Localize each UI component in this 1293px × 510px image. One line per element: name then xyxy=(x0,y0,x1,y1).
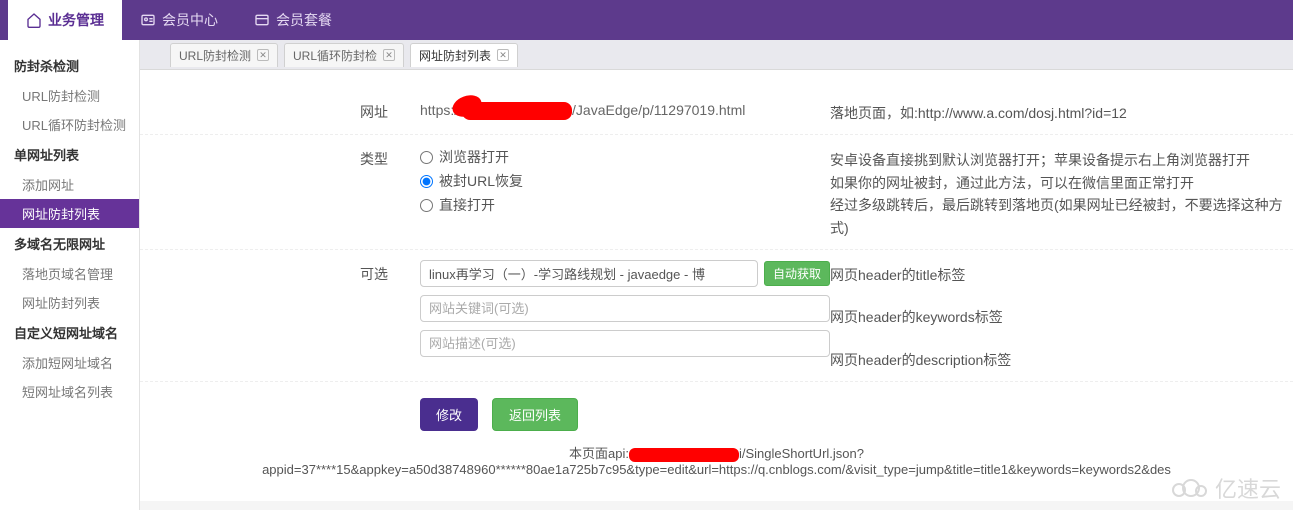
sidebar-group: 防封杀检测 xyxy=(0,50,139,81)
sidebar-group: 多域名无限网址 xyxy=(0,228,139,259)
topnav-label: 会员中心 xyxy=(162,10,218,30)
api-info: 本页面api: i/SingleShortUrl.json? appid=37**… xyxy=(140,431,1293,477)
url-suffix: /JavaEdge/p/11297019.html xyxy=(572,102,745,118)
keywords-input[interactable] xyxy=(420,295,830,322)
redacted-mark xyxy=(462,102,572,120)
row-type: 类型 浏览器打开 被封URL恢复 直接打开 xyxy=(140,135,1293,250)
topnav-business[interactable]: 业务管理 xyxy=(8,0,122,40)
topnav-member-package[interactable]: 会员套餐 xyxy=(236,0,350,40)
api-suffix: i/SingleShortUrl.json? xyxy=(739,446,864,461)
radio-direct-open[interactable]: 直接打开 xyxy=(420,193,830,217)
sidebar-item-url-block-list[interactable]: 网址防封列表 xyxy=(0,199,139,228)
desc-line: 如果你的网址被封，通过此方法，可以在微信里面正常打开 xyxy=(830,172,1293,194)
sidebar: 防封杀检测 URL防封检测 URL循环防封检测 单网址列表 添加网址 网址防封列… xyxy=(0,40,140,510)
row-url: 网址 https:///JavaEdge/p/11297019.html 落地页… xyxy=(140,88,1293,135)
main-area: URL防封检测 ✕ URL循环防封检 ✕ 网址防封列表 ✕ 网址 https:/… xyxy=(140,40,1293,510)
radio-input[interactable] xyxy=(420,151,433,164)
row-optional: 可选 自动获取 网页header的title标签 网页header的ke xyxy=(140,250,1293,382)
desc-line: 网页header的description标签 xyxy=(830,349,1293,371)
radio-label: 被封URL恢复 xyxy=(439,171,523,191)
tab-url-detect[interactable]: URL防封检测 ✕ xyxy=(170,43,278,67)
tab-label: URL循环防封检 xyxy=(293,47,377,64)
desc-optional: 网页header的title标签 网页header的keywords标签 网页h… xyxy=(830,260,1293,371)
topnav-member-center[interactable]: 会员中心 xyxy=(122,0,236,40)
label-url: 网址 xyxy=(140,98,420,122)
auto-fetch-button[interactable]: 自动获取 xyxy=(764,261,830,286)
radio-input[interactable] xyxy=(420,199,433,212)
desc-line: 网页header的keywords标签 xyxy=(830,306,1293,348)
watermark-text: 亿速云 xyxy=(1215,472,1281,504)
sidebar-item-url-detect[interactable]: URL防封检测 xyxy=(0,81,139,110)
tab-url-loop-detect[interactable]: URL循环防封检 ✕ xyxy=(284,43,404,67)
optional-inputs: 自动获取 xyxy=(420,260,830,357)
title-input[interactable] xyxy=(420,260,758,287)
api-query: appid=37****15&appkey=a50d38748960******… xyxy=(262,462,1171,477)
label-type: 类型 xyxy=(140,145,420,169)
radio-blocked-url-recover[interactable]: 被封URL恢复 xyxy=(420,169,830,193)
topnav-label: 会员套餐 xyxy=(276,10,332,30)
sidebar-item-url-block-list-2[interactable]: 网址防封列表 xyxy=(0,288,139,317)
radio-label: 直接打开 xyxy=(439,195,495,215)
url-value: https:///JavaEdge/p/11297019.html xyxy=(420,98,830,120)
desc-line: 经过多级跳转后，最后跳转到落地页(如果网址已经被封，不要选择这种方式) xyxy=(830,194,1293,239)
top-nav: 业务管理 会员中心 会员套餐 xyxy=(0,0,1293,40)
sidebar-group: 自定义短网址域名 xyxy=(0,317,139,348)
topnav-label: 业务管理 xyxy=(48,10,104,30)
radio-label: 浏览器打开 xyxy=(439,147,509,167)
form-content: 网址 https:///JavaEdge/p/11297019.html 落地页… xyxy=(140,70,1293,501)
radio-browser-open[interactable]: 浏览器打开 xyxy=(420,145,830,169)
package-icon xyxy=(254,12,270,28)
sidebar-item-landing-domain[interactable]: 落地页域名管理 xyxy=(0,259,139,288)
modify-button[interactable]: 修改 xyxy=(420,398,478,431)
back-button[interactable]: 返回列表 xyxy=(492,398,578,431)
radio-input[interactable] xyxy=(420,175,433,188)
form-actions: 修改 返回列表 xyxy=(140,382,1293,431)
sidebar-item-add-url[interactable]: 添加网址 xyxy=(0,170,139,199)
sidebar-item-add-short-domain[interactable]: 添加短网址域名 xyxy=(0,348,139,377)
desc-line: 网页header的title标签 xyxy=(830,264,1293,306)
close-icon[interactable]: ✕ xyxy=(497,49,509,61)
desc-line: 安卓设备直接挑到默认浏览器打开；苹果设备提示右上角浏览器打开 xyxy=(830,149,1293,171)
tab-label: URL防封检测 xyxy=(179,47,251,64)
label-optional: 可选 xyxy=(140,260,420,284)
sidebar-group: 单网址列表 xyxy=(0,139,139,170)
redacted-mark xyxy=(629,448,739,462)
id-card-icon xyxy=(140,12,156,28)
description-input[interactable] xyxy=(420,330,830,357)
tab-bar: URL防封检测 ✕ URL循环防封检 ✕ 网址防封列表 ✕ xyxy=(140,40,1293,70)
home-icon xyxy=(26,12,42,28)
tab-label: 网址防封列表 xyxy=(419,47,491,64)
close-icon[interactable]: ✕ xyxy=(383,49,395,61)
close-icon[interactable]: ✕ xyxy=(257,49,269,61)
watermark: 亿速云 xyxy=(1169,472,1281,504)
sidebar-item-url-loop-detect[interactable]: URL循环防封检测 xyxy=(0,110,139,139)
sidebar-item-short-domain-list[interactable]: 短网址域名列表 xyxy=(0,377,139,406)
tab-url-block-list[interactable]: 网址防封列表 ✕ xyxy=(410,43,518,67)
desc-url: 落地页面，如:http://www.a.com/dosj.html?id=12 xyxy=(830,98,1293,124)
api-prefix: 本页面api: xyxy=(569,446,629,461)
type-options: 浏览器打开 被封URL恢复 直接打开 xyxy=(420,145,830,217)
cloud-icon xyxy=(1169,476,1209,500)
desc-type: 安卓设备直接挑到默认浏览器打开；苹果设备提示右上角浏览器打开 如果你的网址被封，… xyxy=(830,145,1293,239)
